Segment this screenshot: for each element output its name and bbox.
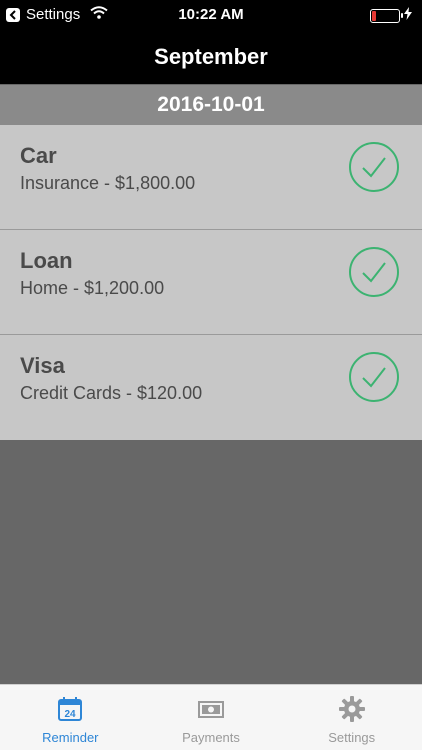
tab-label: Settings [328,730,376,745]
charging-bolt-icon [404,7,412,24]
calendar-icon: 24 [58,697,83,721]
reminder-title: Loan [20,248,73,273]
status-right [370,7,412,24]
tab-settings[interactable]: Settings [281,685,422,750]
navigation-bar: September [0,30,422,84]
reminder-title: Car [20,143,57,168]
date-section-header: 2016-10-01 [0,85,422,125]
calendar-day: 24 [65,709,77,720]
reminder-row-visa[interactable]: Visa Credit Cards - $120.00 [0,335,422,440]
checkmark-circle-icon[interactable] [348,246,400,298]
reminder-row-car[interactable]: Car Insurance - $1,800.00 [0,125,422,230]
tab-bar: 24 Reminder Payments Settings [0,684,422,750]
tab-reminder[interactable]: 24 Reminder [0,685,141,750]
reminder-subtitle: Credit Cards - $120.00 [20,383,203,403]
reminder-row-loan[interactable]: Loan Home - $1,200.00 [0,230,422,335]
status-bar: Settings 10:22 AM [0,0,422,30]
reminder-subtitle: Home - $1,200.00 [20,278,165,298]
tab-payments[interactable]: Payments [141,685,282,750]
section-date: 2016-10-01 [157,93,265,116]
reminder-subtitle: Insurance - $1,800.00 [20,173,196,193]
checkmark-circle-icon[interactable] [348,351,400,403]
reminder-list: Car Insurance - $1,800.00 Loan Home - $1… [0,125,422,440]
page-title: September [154,44,268,69]
tab-label: Reminder [42,730,99,745]
status-time: 10:22 AM [178,6,244,23]
money-icon [198,701,224,718]
reminder-title: Visa [20,353,65,378]
tab-label: Payments [182,730,240,745]
battery-icon [370,8,403,23]
checkmark-circle-icon[interactable] [348,141,400,193]
gear-icon [338,696,365,722]
